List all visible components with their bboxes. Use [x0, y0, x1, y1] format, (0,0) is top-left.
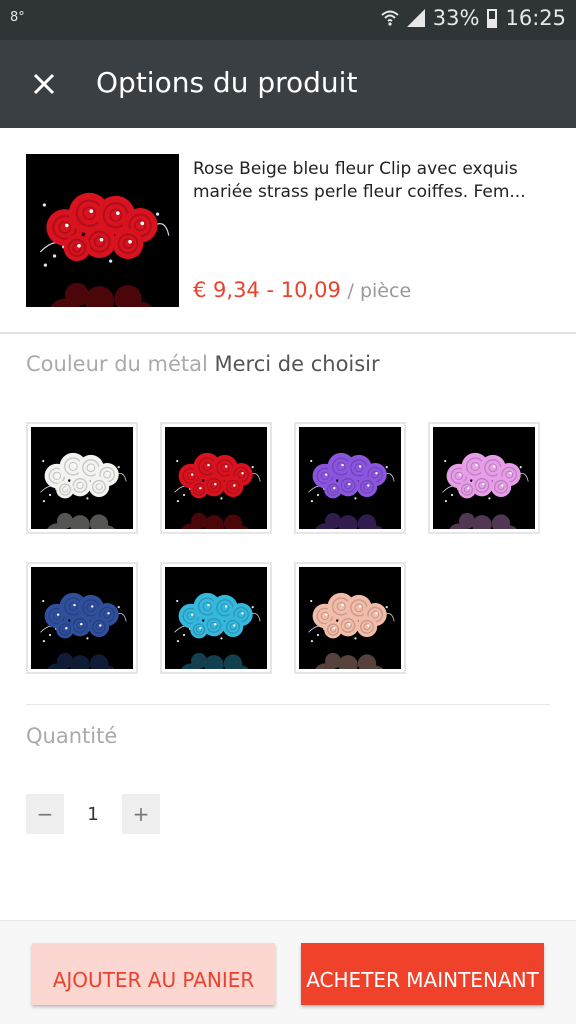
flower-photo: [299, 427, 401, 529]
decrease-button[interactable]: −: [26, 794, 64, 834]
flower-photo: [165, 427, 267, 529]
flower-photo: [299, 567, 401, 669]
color-section-label: Couleur du métal Merci de choisir: [26, 352, 380, 376]
add-to-cart-button[interactable]: AJOUTER AU PANIER: [32, 943, 275, 1005]
close-button[interactable]: [20, 60, 68, 108]
flower-photo: [433, 427, 535, 529]
status-indicator: 8°: [10, 10, 25, 25]
wifi-icon: [381, 10, 399, 26]
color-swatch-1[interactable]: [26, 422, 138, 534]
flower-photo: [31, 567, 133, 669]
clock: 16:25: [505, 6, 566, 30]
flower-photo: [31, 427, 133, 529]
color-label: Couleur du métal: [26, 352, 208, 376]
signal-icon: [406, 9, 425, 27]
quantity-value[interactable]: 1: [64, 794, 122, 834]
color-swatch-5[interactable]: [26, 562, 138, 674]
quantity-label: Quantité: [26, 724, 118, 748]
price-line: € 9,34 - 10,09 / pièce: [193, 278, 411, 302]
battery-percent: 33%: [432, 6, 480, 30]
status-bar: 8° 33% 16:25: [0, 0, 576, 40]
bottom-action-bar: AJOUTER AU PANIER ACHETER MAINTENANT: [0, 920, 576, 1024]
divider: [26, 704, 550, 705]
color-hint: Merci de choisir: [214, 352, 380, 376]
product-name: Rose Beige bleu fleur Clip avec exquis m…: [193, 159, 526, 202]
flower-photo: [26, 154, 179, 307]
color-swatch-2[interactable]: [160, 422, 272, 534]
color-swatch-3[interactable]: [294, 422, 406, 534]
increase-button[interactable]: +: [122, 794, 160, 834]
product-thumbnail: [26, 154, 179, 307]
color-swatch-4[interactable]: [428, 422, 540, 534]
page-title: Options du produit: [96, 66, 358, 99]
price: € 9,34 - 10,09: [193, 278, 341, 302]
close-icon: [33, 73, 55, 95]
quantity-stepper: − 1 +: [26, 794, 160, 834]
status-icons: 33% 16:25: [381, 6, 566, 30]
color-swatch-6[interactable]: [160, 562, 272, 674]
price-unit: / pièce: [347, 280, 412, 302]
battery-icon: [487, 8, 498, 28]
app-bar: Options du produit: [0, 40, 576, 128]
color-swatch-7[interactable]: [294, 562, 406, 674]
buy-now-button[interactable]: ACHETER MAINTENANT: [301, 943, 544, 1005]
product-summary: Rose Beige bleu fleur Clip avec exquis m…: [0, 128, 576, 334]
flower-photo: [165, 567, 267, 669]
